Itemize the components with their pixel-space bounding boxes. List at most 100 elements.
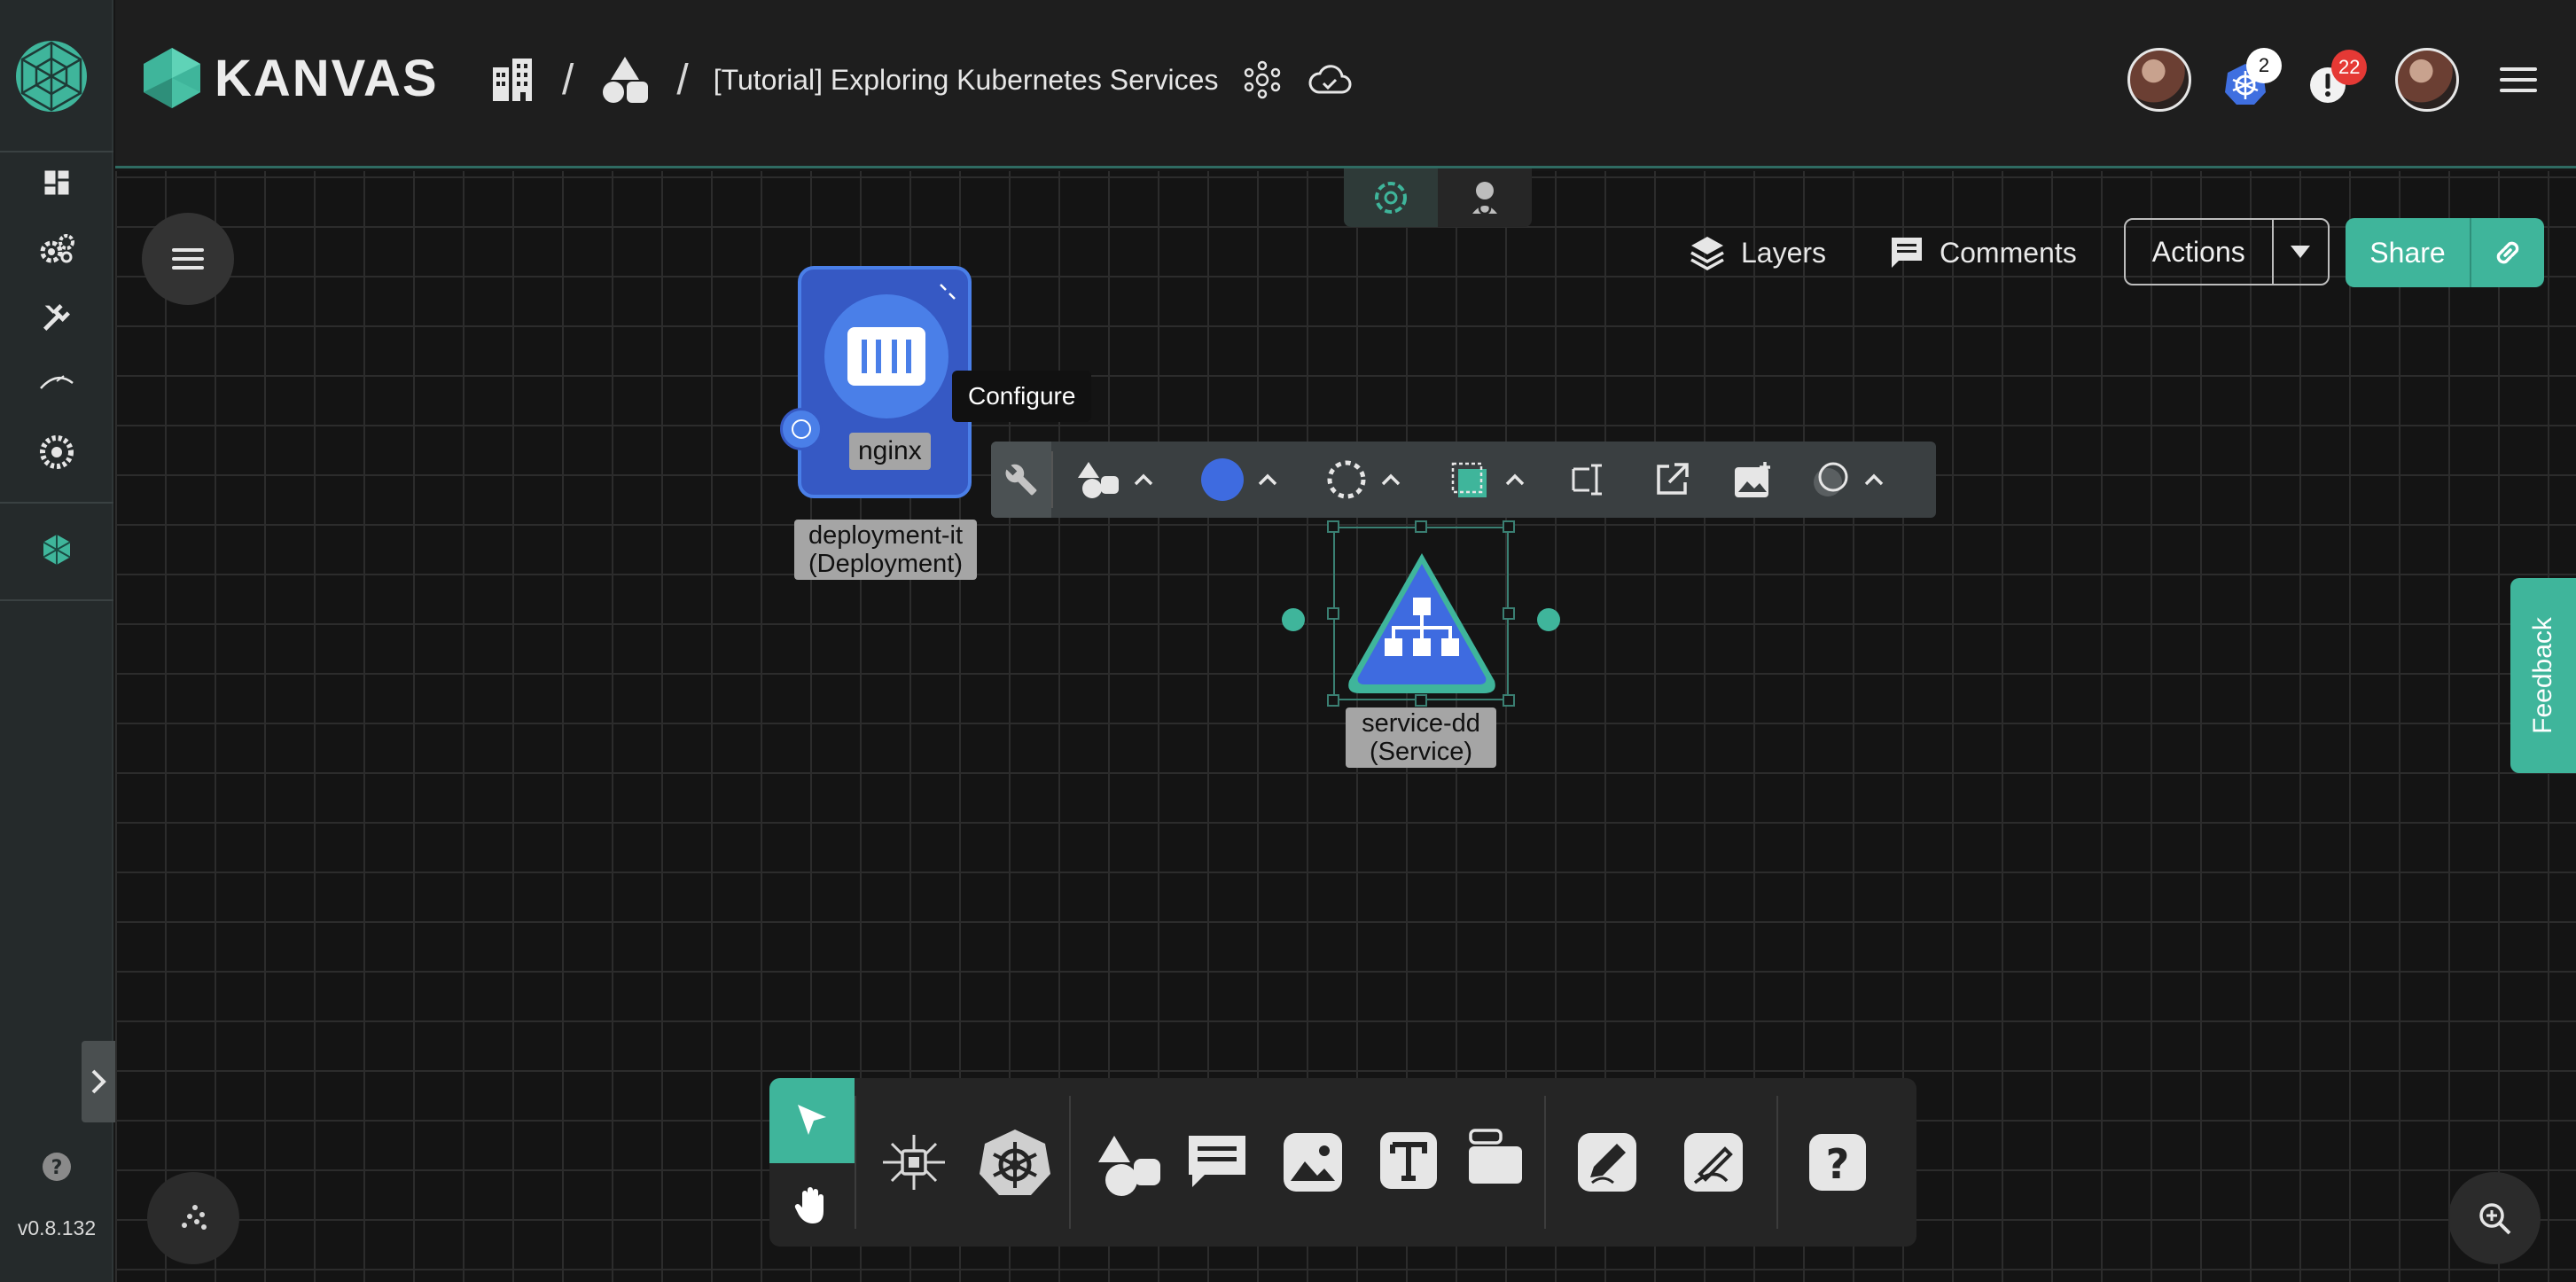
resize-handle[interactable] xyxy=(1503,694,1515,707)
external-link-icon xyxy=(1657,463,1689,495)
open-external-button[interactable] xyxy=(1631,442,1713,518)
dotted-border-icon xyxy=(1327,460,1366,499)
kanvas-brand[interactable]: KANVAS xyxy=(142,46,439,110)
canvas-menu-button[interactable] xyxy=(142,213,234,305)
shadow-picker[interactable] xyxy=(1794,442,1901,518)
collapse-arrows-icon[interactable] xyxy=(938,282,957,301)
chevron-right-icon xyxy=(91,1069,106,1094)
section-frame-icon xyxy=(1469,1129,1522,1184)
freehand-draw-tool[interactable] xyxy=(1674,1122,1753,1202)
help-icon[interactable]: ? xyxy=(34,1144,80,1190)
design-title[interactable]: [Tutorial] Exploring Kubernetes Services xyxy=(714,64,1219,97)
resize-handle[interactable] xyxy=(1327,607,1339,620)
actions-dropdown-button[interactable] xyxy=(2274,220,2328,284)
kubernetes-graph-icon[interactable] xyxy=(1243,60,1282,99)
actions-button[interactable]: Actions xyxy=(2126,220,2274,284)
lifecycle-gears-icon[interactable] xyxy=(34,227,80,273)
image-tool[interactable] xyxy=(1273,1122,1353,1202)
shapes-tool[interactable] xyxy=(1089,1126,1168,1206)
operator-mode-button[interactable] xyxy=(1438,168,1532,227)
kanvas-extension-icon[interactable] xyxy=(34,527,80,573)
configure-tooltip: Configure xyxy=(952,371,1092,422)
svg-text:?: ? xyxy=(51,1157,63,1179)
layers-button[interactable]: Layers xyxy=(1688,218,1826,287)
meshmap-mode-button[interactable] xyxy=(1344,168,1438,227)
kubernetes-tool[interactable] xyxy=(975,1122,1055,1202)
deployment-caption: deployment-it (Deployment) xyxy=(794,520,977,580)
comments-label: Comments xyxy=(1940,236,2077,269)
hand-icon xyxy=(794,1187,824,1223)
zoom-button[interactable] xyxy=(2448,1172,2541,1264)
meshery-logo-icon[interactable] xyxy=(14,39,89,113)
dashboard-icon[interactable] xyxy=(34,160,80,206)
shapes-icon xyxy=(1098,1136,1160,1196)
cloud-sync-icon[interactable] xyxy=(1307,62,1353,98)
pan-hand-tool[interactable] xyxy=(773,1165,853,1245)
comments-button[interactable]: Comments xyxy=(1888,218,2077,287)
comment-tool[interactable] xyxy=(1177,1122,1257,1202)
configuration-tools-icon[interactable] xyxy=(34,294,80,340)
image-icon xyxy=(1284,1133,1342,1192)
comment-icon xyxy=(1189,1136,1245,1187)
notifications[interactable]: 22 xyxy=(2307,50,2368,110)
workspace-shapes-icon[interactable] xyxy=(598,53,652,106)
resize-handle[interactable] xyxy=(1327,694,1339,707)
edge-handle-right[interactable] xyxy=(1537,608,1560,631)
feedback-label: Feedback xyxy=(2528,617,2557,734)
resize-handle[interactable] xyxy=(1503,520,1515,533)
help-tool[interactable]: ? xyxy=(1798,1122,1877,1202)
kubernetes-count-badge: 2 xyxy=(2246,48,2282,83)
rail-divider xyxy=(0,599,113,601)
configure-button[interactable] xyxy=(991,442,1051,518)
breadcrumb-separator: / xyxy=(676,56,689,104)
deployment-node-badge[interactable] xyxy=(780,408,823,450)
wrench-icon xyxy=(1005,464,1037,496)
feedback-tab[interactable]: Feedback xyxy=(2510,578,2576,773)
resize-handle[interactable] xyxy=(1415,520,1427,533)
section-tool[interactable] xyxy=(1456,1117,1535,1197)
kubernetes-badge-icon xyxy=(792,419,811,439)
performance-gauge-icon[interactable] xyxy=(34,358,80,404)
kubernetes-contexts[interactable]: 2 xyxy=(2223,48,2282,108)
container-label: nginx xyxy=(849,433,931,470)
resize-handle[interactable] xyxy=(1503,607,1515,620)
top-header: KANVAS / / [Tutorial] Exploring Kubernet… xyxy=(115,0,2576,168)
deployment-kind: (Deployment) xyxy=(808,550,964,578)
user-avatar[interactable] xyxy=(2395,48,2459,112)
share-button[interactable]: Share xyxy=(2346,218,2470,287)
organization-building-icon[interactable] xyxy=(488,55,537,105)
resize-handle[interactable] xyxy=(1327,520,1339,533)
dock-divider xyxy=(1544,1096,1546,1229)
pen-tool[interactable] xyxy=(1567,1122,1647,1202)
service-node[interactable] xyxy=(1344,548,1500,699)
kanvas-logo-icon xyxy=(144,48,200,108)
chevron-up-icon xyxy=(1258,473,1277,486)
layout-settings-button[interactable] xyxy=(147,1172,239,1264)
deployment-name: deployment-it xyxy=(808,521,964,550)
background-picker[interactable] xyxy=(1425,442,1550,518)
dock-divider xyxy=(855,1096,856,1229)
chevron-up-icon xyxy=(1134,473,1153,486)
label-position-button[interactable] xyxy=(1550,442,1631,518)
add-image-button[interactable] xyxy=(1713,442,1794,518)
extensions-icon[interactable] xyxy=(34,429,80,475)
select-pointer-tool[interactable] xyxy=(769,1078,855,1163)
expand-rail-button[interactable] xyxy=(82,1041,115,1122)
zoom-in-icon xyxy=(2479,1203,2511,1235)
actions-split-button: Actions xyxy=(2124,218,2330,285)
dock-divider xyxy=(1776,1096,1778,1229)
menu-icon xyxy=(172,248,204,270)
components-tool[interactable] xyxy=(874,1122,954,1202)
text-tool[interactable] xyxy=(1369,1121,1448,1200)
fill-color-picker[interactable] xyxy=(1177,442,1301,518)
copy-link-button[interactable] xyxy=(2470,218,2544,287)
text-icon xyxy=(1380,1132,1437,1189)
deployment-node[interactable]: nginx xyxy=(798,266,972,498)
shape-picker[interactable] xyxy=(1053,442,1177,518)
border-style-picker[interactable] xyxy=(1301,442,1425,518)
edge-handle-left[interactable] xyxy=(1282,608,1305,631)
collaborator-avatar[interactable] xyxy=(2127,48,2191,112)
hamburger-menu-icon[interactable] xyxy=(2498,62,2539,98)
design-toolbar-dock: ? xyxy=(769,1078,1916,1247)
svg-text:?: ? xyxy=(1826,1140,1850,1188)
